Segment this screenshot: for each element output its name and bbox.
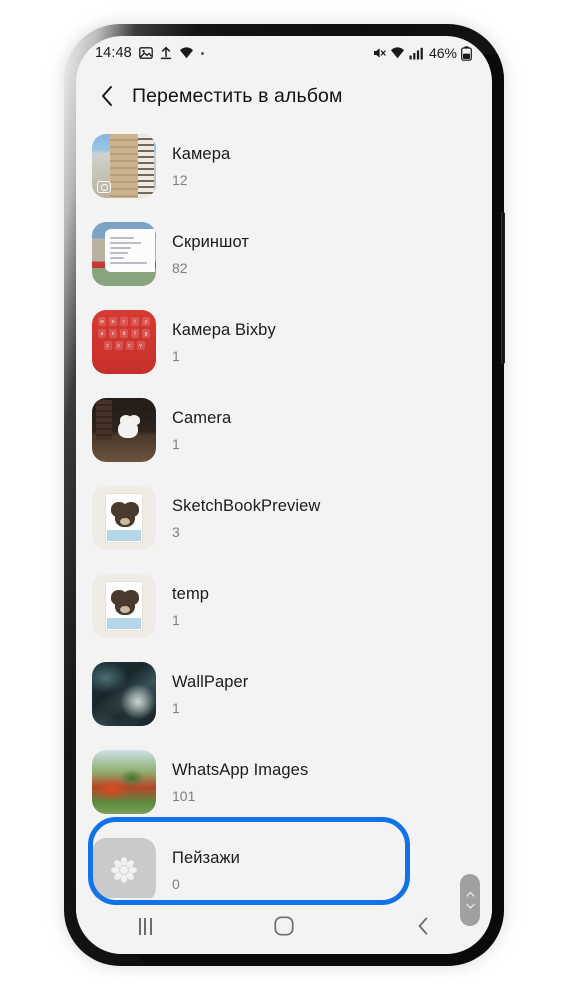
album-info: SketchBookPreview 3 [172,497,320,540]
album-thumbnail [92,750,156,814]
album-count: 12 [172,171,188,188]
page-title: Переместить в альбом [132,84,343,107]
key: f [131,329,139,338]
keyboard-row: z x c v [92,341,156,350]
list-item[interactable]: WhatsApp Images 101 [76,738,492,826]
album-count: 1 [172,347,180,364]
screenshot-preview [105,229,155,272]
album-name: Пейзажи [172,848,240,867]
album-name: temp [172,584,210,603]
key: y [142,317,150,326]
flower-placeholder-icon [111,857,137,883]
album-count: 1 [172,611,180,628]
album-count: 1 [172,699,180,716]
chevron-up-icon [465,891,475,897]
album-info: Пейзажи 0 [172,849,240,892]
album-thumbnail [92,486,156,550]
album-info: Камера 12 [172,145,230,188]
camera-badge-icon [97,181,111,193]
recents-icon [138,917,152,935]
list-item[interactable]: WallPaper 1 [76,650,492,738]
signal-icon [409,47,423,60]
status-bar-left: 14:48 [95,45,204,61]
dot-icon [200,51,204,55]
album-thumbnail: w e r t y a s d f g z x c v [92,310,156,374]
key: z [103,341,112,350]
key: t [131,317,139,326]
status-bar: 14:48 46% [76,36,492,70]
app-header: Переместить в альбом [76,70,492,122]
album-list[interactable]: Камера 12 Скриншот 82 w e r t y a s d f … [76,122,492,912]
phone-screen: 14:48 46% Переместить в альбом Камера 12… [76,36,492,954]
album-name: Camera [172,408,232,427]
album-thumbnail [92,134,156,198]
key: c [125,341,134,350]
album-info: Камера Bixby 1 [172,321,276,364]
image-icon [138,46,153,60]
home-icon [274,916,294,936]
upload-icon [160,46,172,60]
list-item[interactable]: Камера 12 [76,122,492,210]
list-item[interactable]: Camera 1 [76,386,492,474]
list-item[interactable]: w e r t y a s d f g z x c v Камера Bixby… [76,298,492,386]
album-thumbnail [92,574,156,638]
chevron-down-icon [465,903,475,909]
mute-icon [372,46,386,60]
list-item[interactable]: temp 1 [76,562,492,650]
key: w [98,317,106,326]
album-count: 1 [172,435,180,452]
status-bar-right: 46% [372,45,472,61]
album-info: Camera 1 [172,409,231,452]
album-name: WhatsApp Images [172,760,309,779]
wifi-icon [390,46,405,60]
album-count: 101 [172,787,196,804]
album-name: Скриншот [172,232,250,251]
back-icon [418,917,427,935]
key: v [136,341,145,350]
android-nav-bar [76,898,492,954]
key: e [109,317,117,326]
album-info: Скриншот 82 [172,233,249,276]
album-name: SketchBookPreview [172,496,321,515]
key: g [142,329,150,338]
album-info: WhatsApp Images 101 [172,761,308,804]
album-count: 82 [172,259,188,276]
keyboard-row: w e r t y [92,317,156,326]
wifi-calling-icon [179,46,194,60]
back-button[interactable] [395,906,451,946]
album-thumbnail [92,662,156,726]
album-thumbnail [92,838,156,902]
battery-percent: 46% [428,45,457,61]
album-thumbnail [92,398,156,462]
list-item[interactable]: Скриншот 82 [76,210,492,298]
chevron-left-icon[interactable] [94,83,120,109]
battery-icon [461,45,472,61]
status-time: 14:48 [95,45,132,61]
key: s [109,329,117,338]
album-thumbnail [92,222,156,286]
key: r [120,317,128,326]
album-name: Камера Bixby [172,320,276,339]
album-name: Камера [172,144,231,163]
key: d [120,329,128,338]
home-button[interactable] [256,906,312,946]
album-count: 0 [172,875,180,892]
album-info: temp 1 [172,585,209,628]
keyboard-row: a s d f g [92,329,156,338]
album-name: WallPaper [172,672,249,691]
recents-button[interactable] [117,906,173,946]
key: a [98,329,106,338]
key: x [114,341,123,350]
album-info: WallPaper 1 [172,673,248,716]
power-button[interactable] [501,212,505,364]
album-count: 3 [172,523,180,540]
scrollbar-thumb[interactable] [460,874,480,926]
screenshot-canvas: 14:48 46% Переместить в альбом Камера 12… [0,0,568,1000]
list-item[interactable]: SketchBookPreview 3 [76,474,492,562]
